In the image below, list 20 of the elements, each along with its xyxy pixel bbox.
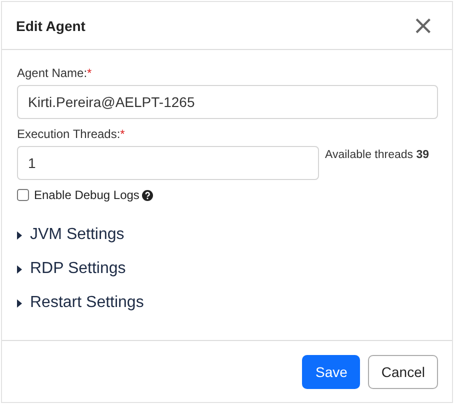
required-mark: *	[120, 127, 125, 141]
close-button[interactable]: ×	[408, 12, 438, 38]
help-icon[interactable]	[142, 190, 154, 200]
cancel-button[interactable]: Cancel	[368, 354, 438, 388]
debug-checkbox[interactable]	[17, 189, 29, 201]
save-button[interactable]: Save	[302, 354, 360, 388]
field-label: Agent Name:	[17, 66, 88, 80]
required-mark: *	[87, 66, 92, 80]
caret-icon	[17, 264, 22, 274]
settings-section-toggle[interactable]: Restart Settings	[17, 286, 438, 320]
settings-section-toggle[interactable]: JVM Settings	[17, 218, 438, 252]
caret-icon	[17, 298, 22, 308]
field-label: Execution Threads:	[17, 127, 120, 141]
settings-section-toggle[interactable]: RDP Settings	[17, 252, 438, 286]
input-field[interactable]: Kirti.Pereira@AELPT-1265	[17, 85, 438, 119]
input-field[interactable]: 1	[17, 146, 319, 180]
dialog-title: Edit Agent	[16, 18, 86, 34]
caret-icon	[17, 230, 22, 240]
checkbox-label: Enable Debug Logs	[34, 188, 140, 202]
available-threads-text: Available threads 39	[325, 149, 430, 161]
